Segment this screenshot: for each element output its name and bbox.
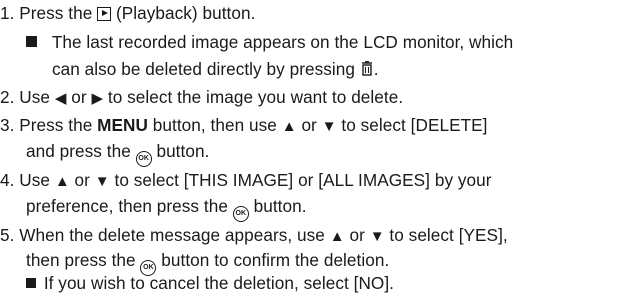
note-text: . bbox=[373, 59, 379, 79]
up-arrow-icon: ▲ bbox=[281, 118, 297, 135]
bullet-icon bbox=[26, 36, 37, 47]
step-number: 2. bbox=[0, 87, 15, 107]
up-arrow-icon: ▲ bbox=[329, 228, 345, 245]
step-text: then press the bbox=[26, 250, 136, 270]
note-text: can also be deleted directly by pressing bbox=[52, 59, 355, 79]
step-text: to select [THIS IMAGE] or [ALL IMAGES] b… bbox=[114, 170, 492, 190]
ok-button-icon: OK bbox=[232, 206, 249, 222]
ok-button-icon: OK bbox=[135, 151, 152, 167]
step-number: 5. bbox=[0, 225, 15, 245]
step-5-line-1: 5. When the delete message appears, use … bbox=[0, 224, 508, 248]
step-text: and press the bbox=[26, 141, 131, 161]
step-text: Press the bbox=[19, 115, 93, 135]
step-number: 4. bbox=[0, 170, 15, 190]
step-4-line-1: 4. Use ▲ or ▼ to select [THIS IMAGE] or … bbox=[0, 169, 492, 193]
step-text: Use bbox=[19, 170, 50, 190]
step-3-line-1: 3. Press the MENU button, then use ▲ or … bbox=[0, 114, 488, 138]
step-text: or bbox=[74, 170, 90, 190]
playback-icon bbox=[97, 7, 112, 21]
menu-label: MENU bbox=[97, 115, 148, 135]
step-1-note-line-2: can also be deleted directly by pressing… bbox=[52, 58, 379, 80]
step-text: (Playback) button. bbox=[115, 3, 256, 23]
note-text: If you wish to cancel the deletion, sele… bbox=[43, 273, 394, 293]
trash-icon bbox=[361, 61, 372, 76]
step-text: Use bbox=[19, 87, 50, 107]
step-1-line-1: 1. Press the (Playback) button. bbox=[0, 2, 255, 24]
note-text: The last recorded image appears on the L… bbox=[51, 32, 514, 52]
right-arrow-icon: ▶ bbox=[91, 90, 104, 107]
instruction-page: 1. Press the (Playback) button. The last… bbox=[0, 0, 628, 294]
step-text: to select [YES], bbox=[389, 225, 508, 245]
left-arrow-icon: ◀ bbox=[54, 90, 67, 107]
step-number: 3. bbox=[0, 115, 15, 135]
down-arrow-icon: ▼ bbox=[94, 173, 110, 190]
step-text: to select the image you want to delete. bbox=[107, 87, 404, 107]
step-5-note-line-1: If you wish to cancel the deletion, sele… bbox=[26, 272, 394, 294]
step-4-line-2: preference, then press the OK button. bbox=[26, 195, 307, 222]
step-text: preference, then press the bbox=[26, 196, 228, 216]
step-text: button. bbox=[156, 141, 210, 161]
step-text: button. bbox=[253, 196, 307, 216]
step-number: 1. bbox=[0, 3, 15, 23]
step-text: or bbox=[349, 225, 365, 245]
bullet-icon bbox=[26, 278, 36, 288]
step-text: to select [DELETE] bbox=[341, 115, 488, 135]
up-arrow-icon: ▲ bbox=[54, 173, 70, 190]
step-text: button to confirm the deletion. bbox=[161, 250, 390, 270]
down-arrow-icon: ▼ bbox=[369, 228, 385, 245]
step-2-line-1: 2. Use ◀ or ▶ to select the image you wa… bbox=[0, 86, 403, 110]
step-text: or bbox=[71, 87, 87, 107]
down-arrow-icon: ▼ bbox=[321, 118, 337, 135]
step-text: or bbox=[301, 115, 317, 135]
step-text: When the delete message appears, use bbox=[19, 225, 325, 245]
step-1-note-line-1: The last recorded image appears on the L… bbox=[26, 31, 513, 53]
step-text: button, then use bbox=[152, 115, 277, 135]
step-text: Press the bbox=[19, 3, 93, 23]
step-3-line-2: and press the OK button. bbox=[26, 140, 209, 167]
